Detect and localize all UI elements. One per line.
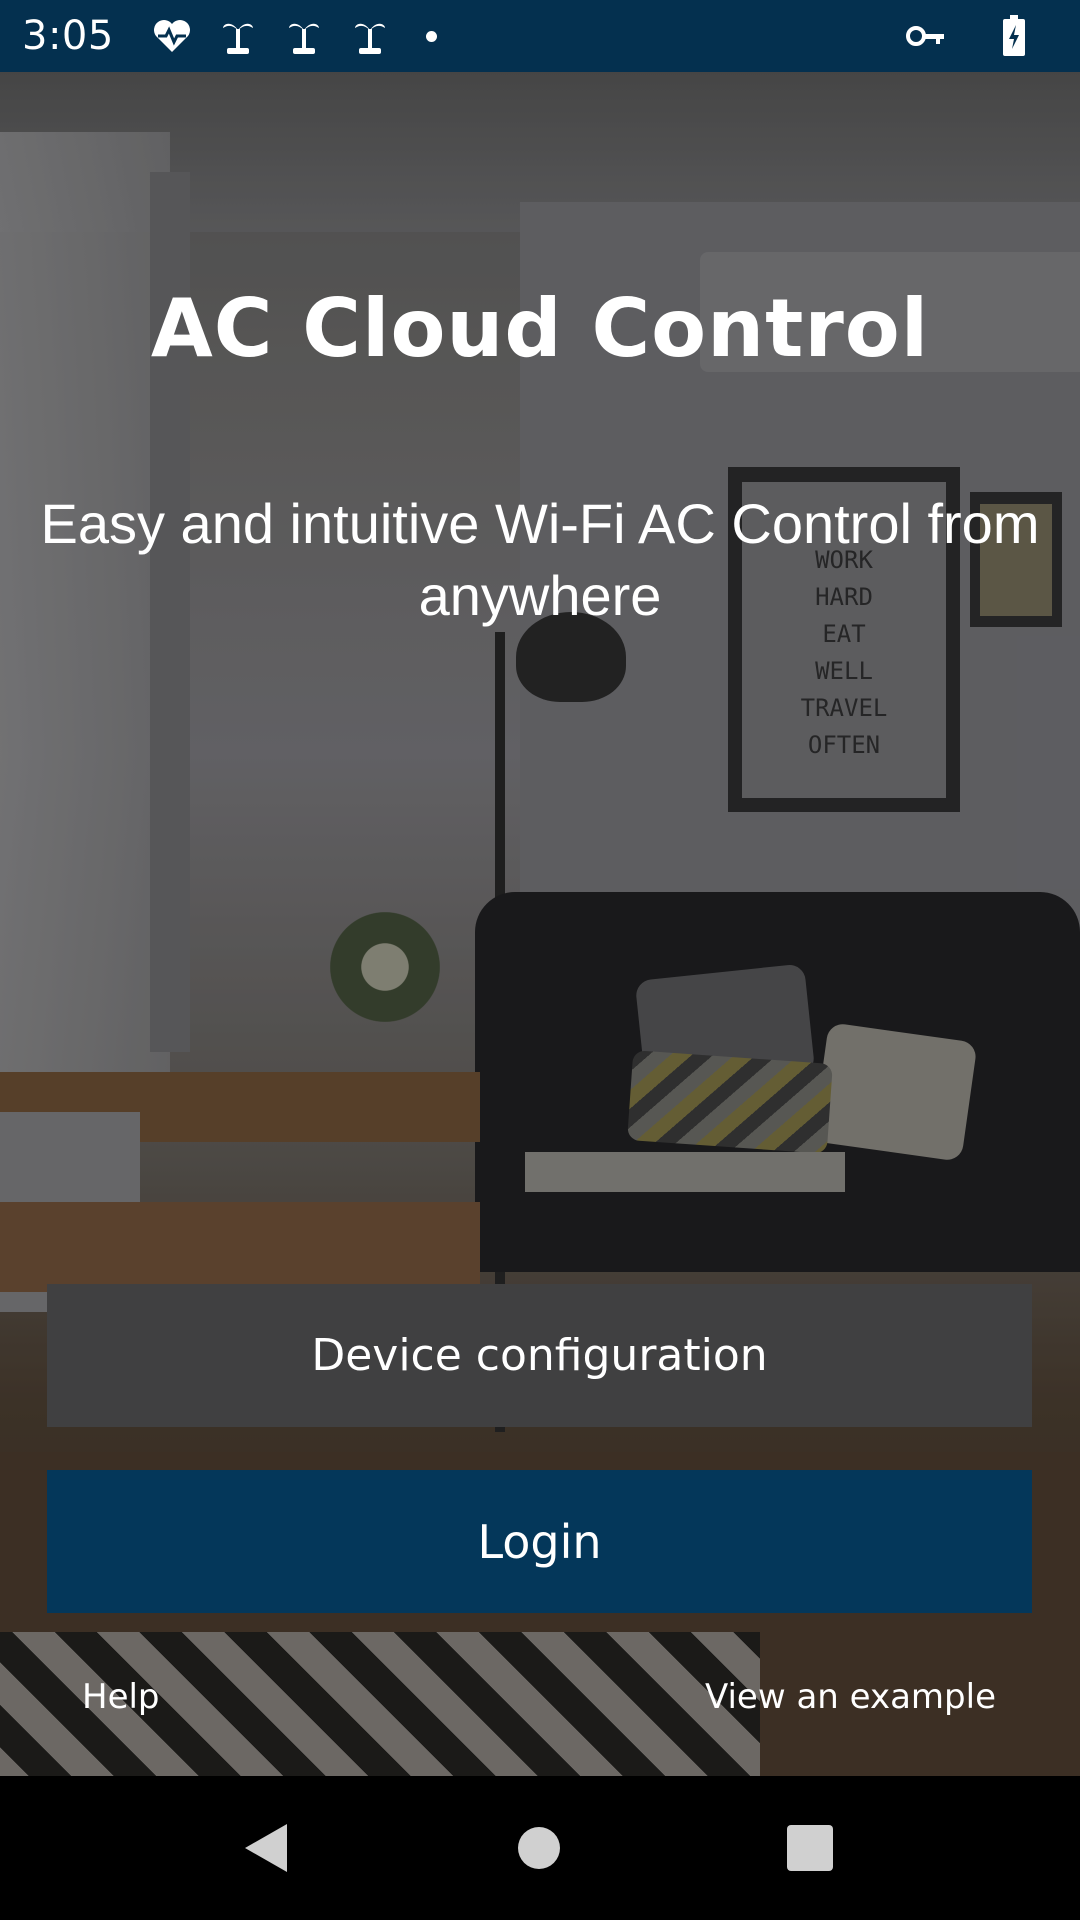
help-link[interactable]: Help <box>82 1677 160 1717</box>
navigation-bar <box>0 1776 1080 1920</box>
view-example-link[interactable]: View an example <box>705 1677 996 1717</box>
login-button[interactable]: Login <box>47 1470 1032 1613</box>
app-title: AC Cloud Control <box>150 282 930 375</box>
tagline: Easy and intuitive Wi-Fi AC Control from… <box>40 492 1040 627</box>
recent-apps-icon[interactable] <box>740 1776 880 1920</box>
status-bar: 3:05 <box>0 0 1080 72</box>
palm-tree-icon <box>348 14 392 58</box>
vpn-key-icon <box>904 14 948 58</box>
notification-dot-icon <box>425 30 437 42</box>
device-configuration-button[interactable]: Device configuration <box>47 1284 1032 1427</box>
home-icon[interactable] <box>469 1776 609 1920</box>
battery-charging-icon <box>992 14 1036 58</box>
clock: 3:05 <box>22 13 114 59</box>
palm-tree-icon <box>282 14 326 58</box>
back-icon[interactable] <box>196 1776 336 1920</box>
palm-tree-icon <box>216 14 260 58</box>
heart-pulse-icon <box>150 14 194 58</box>
